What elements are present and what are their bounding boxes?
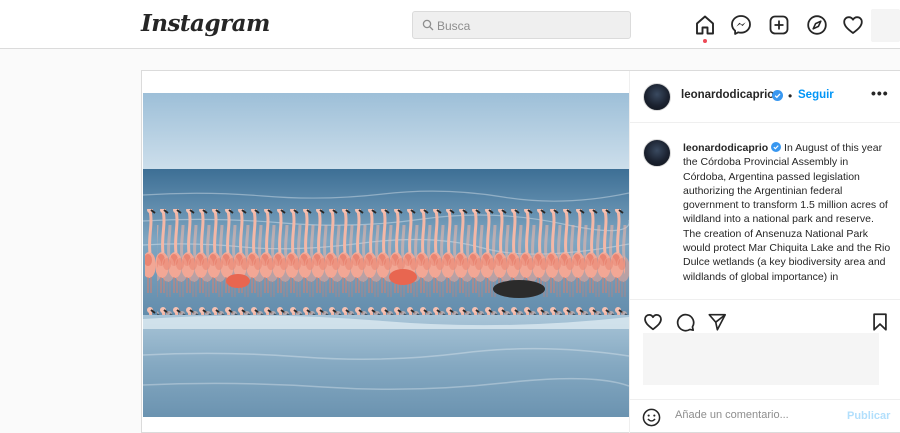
activity-heart-icon[interactable] <box>842 14 864 36</box>
new-post-icon[interactable] <box>768 14 790 36</box>
verified-badge-icon <box>772 90 783 101</box>
author-avatar[interactable] <box>643 83 671 111</box>
author-username[interactable]: leonardodicaprio <box>681 89 774 101</box>
more-options-icon[interactable]: ••• <box>871 85 889 101</box>
caption-verified-badge-icon <box>771 142 782 152</box>
post-header: leonardodicaprio • Seguir ••• <box>630 71 900 123</box>
notification-dot <box>703 39 707 43</box>
post-actions <box>630 299 900 335</box>
emoji-icon[interactable] <box>642 408 661 427</box>
instagram-logo[interactable]: Instagram <box>141 10 270 37</box>
search-box[interactable]: Busca <box>412 11 631 39</box>
post-caption: leonardodicaprio In August of this year … <box>683 141 891 297</box>
post-image[interactable] <box>143 93 629 417</box>
search-icon <box>422 19 434 31</box>
publish-button[interactable]: Publicar <box>847 410 890 422</box>
separator-dot: • <box>788 89 793 103</box>
caption-avatar[interactable] <box>643 139 671 167</box>
search-input[interactable]: Busca <box>437 19 470 33</box>
likes-placeholder <box>643 333 879 385</box>
share-icon[interactable] <box>707 312 727 332</box>
post-side-panel: leonardodicaprio • Seguir ••• leonardodi… <box>629 71 900 433</box>
home-icon[interactable] <box>694 14 716 36</box>
comment-icon[interactable] <box>675 312 695 332</box>
explore-icon[interactable] <box>806 14 828 36</box>
flamingo-lake-photo <box>143 93 629 417</box>
post-card: leonardodicaprio • Seguir ••• leonardodi… <box>141 70 900 433</box>
follow-button[interactable]: Seguir <box>798 89 834 101</box>
like-heart-icon[interactable] <box>643 312 663 332</box>
comment-input[interactable] <box>675 409 835 421</box>
messenger-icon[interactable] <box>730 14 752 36</box>
profile-avatar-placeholder[interactable] <box>871 9 900 42</box>
comment-composer: Publicar <box>630 399 900 433</box>
save-bookmark-icon[interactable] <box>870 312 890 332</box>
caption-username[interactable]: leonardodicaprio <box>683 142 768 154</box>
caption-text: In August of this year the Córdoba Provi… <box>683 142 891 283</box>
top-navigation-bar: Instagram Busca <box>0 0 900 49</box>
